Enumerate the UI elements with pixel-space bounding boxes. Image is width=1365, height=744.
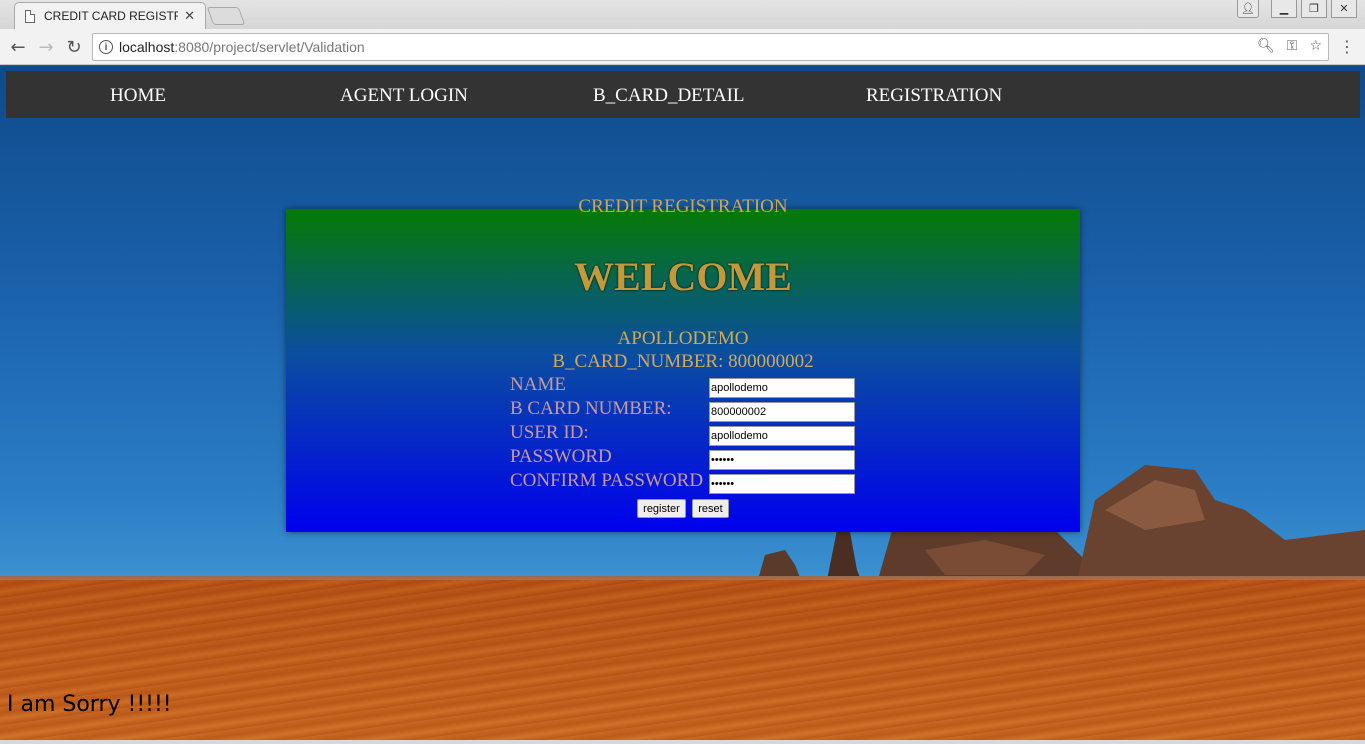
browser-toolbar: ← → ↻ i localhost:8080/project/servlet/V… [0, 29, 1365, 65]
sand-dunes-image [0, 580, 1365, 740]
register-button[interactable]: register [637, 499, 686, 518]
tab-title: CREDIT CARD REGISTRATI [44, 9, 178, 23]
menu-icon[interactable]: ⋮ [1339, 37, 1355, 56]
reset-button[interactable]: reset [692, 499, 729, 518]
user-id-input[interactable] [709, 426, 855, 446]
url-path: :8080/project/servlet/Validation [174, 39, 365, 55]
name-input[interactable] [709, 378, 855, 398]
card-number-input[interactable] [709, 402, 855, 422]
star-icon[interactable]: ☆ [1309, 38, 1322, 54]
browser-tab[interactable]: CREDIT CARD REGISTRATI ✕ [14, 2, 206, 29]
zoom-icon[interactable]: 🔍︎ [1257, 38, 1275, 54]
key-icon[interactable]: ⚿ [1287, 38, 1298, 54]
address-bar[interactable]: i localhost:8080/project/servlet/Validat… [92, 33, 1329, 61]
nav-home[interactable]: HOME [110, 85, 166, 107]
nav-b-card-detail[interactable]: B_CARD_DETAIL [593, 85, 745, 107]
new-tab-button[interactable] [206, 7, 246, 25]
confirm-password-label: CONFIRM PASSWORD [510, 470, 704, 491]
forward-icon[interactable]: → [34, 35, 58, 59]
top-navigation: HOME AGENT LOGIN B_CARD_DETAIL REGISTRAT… [6, 71, 1360, 118]
profile-icon[interactable]: 👤︎ [1237, 0, 1259, 18]
url-host: localhost [119, 39, 175, 55]
status-bar [0, 740, 1365, 744]
status-message: I am Sorry !!!!! [7, 692, 172, 717]
page-viewport: HOME AGENT LOGIN B_CARD_DETAIL REGISTRAT… [0, 66, 1365, 740]
registration-panel: CREDIT REGISTRATION WELCOME APOLLODEMO B… [286, 196, 1080, 532]
minimize-button[interactable]: ▁ [1271, 0, 1297, 18]
page-icon [25, 9, 35, 23]
info-icon[interactable]: i [99, 40, 113, 54]
card-number-display: B_CARD_NUMBER: 800000002 [552, 351, 814, 372]
browser-titlebar: CREDIT CARD REGISTRATI ✕ 👤︎ ▁ ❐ ✕ [0, 0, 1365, 29]
password-input[interactable] [709, 450, 855, 470]
window-controls: 👤︎ ▁ ❐ ✕ [1237, 0, 1357, 18]
username-display: APOLLODEMO [617, 328, 749, 349]
back-icon[interactable]: ← [6, 35, 30, 59]
close-window-button[interactable]: ✕ [1331, 0, 1357, 18]
user-id-label: USER ID: [510, 422, 589, 443]
close-tab-icon[interactable]: ✕ [184, 8, 195, 24]
password-label: PASSWORD [510, 446, 612, 467]
welcome-title: WELCOME [574, 254, 792, 299]
nav-agent-login[interactable]: AGENT LOGIN [340, 85, 468, 107]
reload-icon[interactable]: ↻ [62, 35, 86, 59]
nav-registration[interactable]: REGISTRATION [866, 85, 1002, 107]
confirm-password-input[interactable] [709, 474, 855, 494]
card-number-label: B CARD NUMBER: [510, 398, 672, 419]
name-label: NAME [510, 374, 566, 395]
restore-button[interactable]: ❐ [1301, 0, 1327, 18]
panel-heading: CREDIT REGISTRATION [578, 196, 788, 217]
